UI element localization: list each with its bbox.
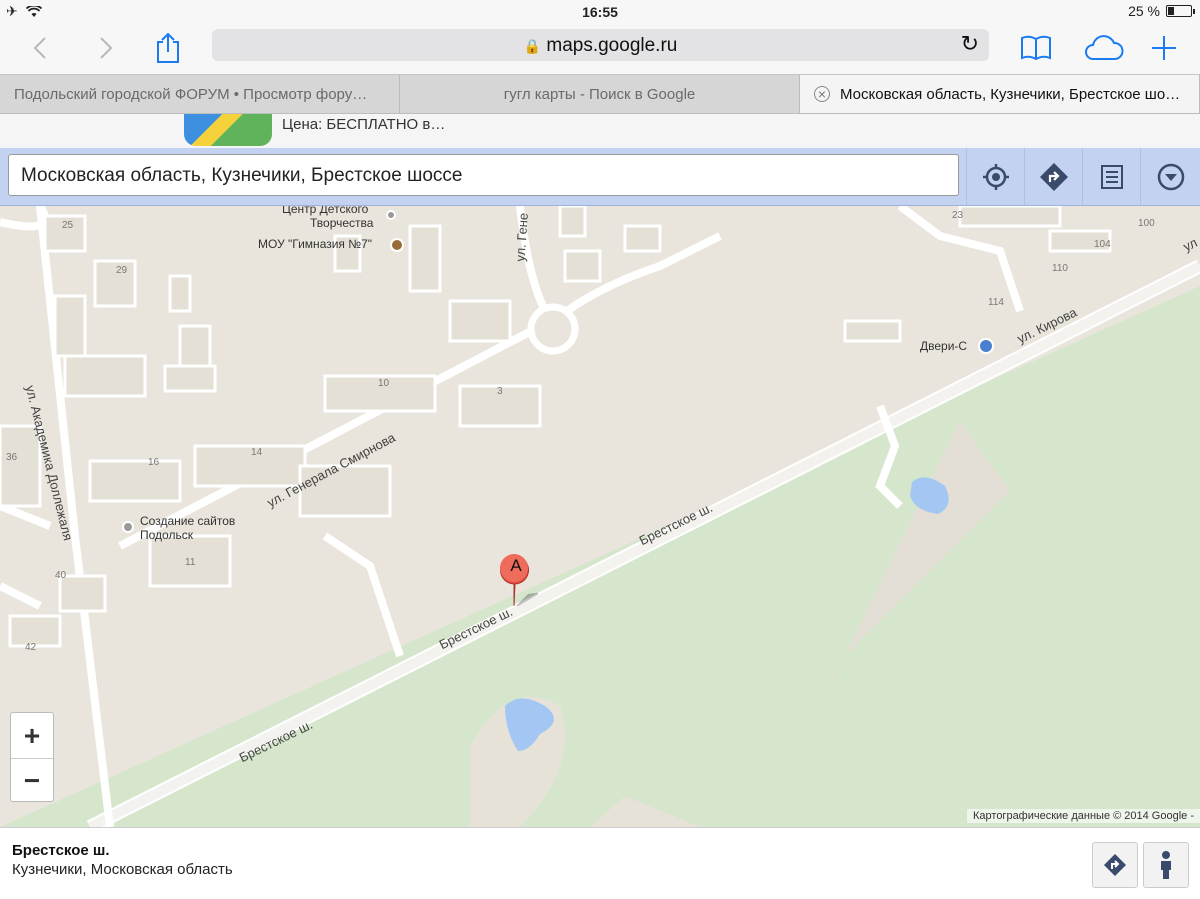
house-number: 36 (6, 452, 18, 463)
house-number: 14 (251, 447, 263, 458)
tab-google-search[interactable]: гугл карты - Поиск в Google (400, 75, 800, 113)
search-bar: Московская область, Кузнечики, Брестское… (0, 148, 1200, 206)
menu-dropdown-button[interactable] (1140, 148, 1200, 205)
status-right: 25 % (1128, 3, 1195, 19)
poi-gymnasium[interactable]: МОУ "Гимназия №7" (258, 237, 372, 251)
directions-icon (1039, 162, 1068, 191)
house-number: 114 (988, 297, 1004, 308)
status-time: 16:55 (582, 4, 618, 20)
house-number: 25 (62, 220, 74, 231)
bookmarks-button[interactable] (1016, 30, 1056, 66)
chevron-down-circle-icon (1157, 163, 1184, 190)
poi-marker-icon (386, 210, 396, 220)
house-number: 16 (148, 457, 160, 468)
poi-podolsk[interactable]: Подольск (140, 528, 193, 542)
house-number: 110 (1052, 263, 1068, 274)
chevron-right-icon (100, 37, 113, 59)
zoom-control: + − (10, 712, 54, 802)
house-number: 10 (378, 378, 390, 389)
share-button[interactable] (148, 30, 188, 66)
lock-icon: 🔒 (523, 38, 542, 54)
tab-bar: Подольский городской ФОРУМ • Просмотр фо… (0, 74, 1200, 114)
plus-icon (1152, 36, 1176, 60)
icloud-tabs-button[interactable] (1080, 30, 1128, 66)
poi-sozdanie[interactable]: Создание сайтов (140, 514, 235, 528)
battery-percent: 25 % (1128, 3, 1160, 19)
house-number: 23 (952, 210, 964, 221)
house-number: 3 (497, 386, 503, 397)
house-number: 104 (1094, 239, 1111, 250)
tab-forum[interactable]: Подольский городской ФОРУМ • Просмотр фо… (0, 75, 400, 113)
place-info-panel[interactable]: Брестское ш. Кузнечики, Московская облас… (0, 827, 1200, 899)
place-subtitle: Кузнечики, Московская область (12, 861, 233, 878)
shop-icon (978, 338, 994, 354)
pegman-icon (1161, 851, 1171, 879)
map-canvas[interactable]: Центр Детского Творчества МОУ "Гимназия … (0, 206, 1200, 827)
poi-center-detskogo[interactable]: Центр Детского (282, 206, 368, 216)
street-view-button[interactable] (1143, 842, 1189, 888)
app-price: Цена: БЕСПЛАТНО в… (282, 116, 446, 133)
reload-icon[interactable]: ↻ (961, 31, 979, 57)
book-icon (1021, 35, 1051, 61)
house-number: 42 (25, 642, 37, 653)
poi-dveri[interactable]: Двери-С (920, 339, 967, 353)
list-icon (1100, 164, 1123, 189)
directions-icon (1104, 854, 1126, 876)
school-icon (390, 238, 404, 252)
search-input[interactable]: Московская область, Кузнечики, Брестское… (8, 154, 959, 196)
house-number: 40 (55, 570, 67, 581)
tab-label: Подольский городской ФОРУМ • Просмотр фо… (14, 85, 368, 103)
app-banner: Цена: БЕСПЛАТНО в… (0, 114, 1200, 148)
house-number: 11 (185, 557, 196, 568)
my-location-button[interactable] (966, 148, 1024, 205)
new-tab-button[interactable] (1144, 30, 1184, 66)
battery-icon (1166, 5, 1195, 17)
poi-marker-icon (122, 521, 134, 533)
map-copyright: Картографические данные © 2014 Google - (967, 809, 1200, 823)
url-label: maps.google.ru (546, 35, 678, 56)
tab-label: гугл карты - Поиск в Google (503, 85, 696, 103)
route-button[interactable] (1092, 842, 1138, 888)
place-title: Брестское ш. (12, 842, 110, 859)
status-bar: ✈ 16:55 25 % (0, 0, 1200, 24)
list-button[interactable] (1082, 148, 1140, 205)
browser-toolbar: 🔒 maps.google.ru ↻ (0, 24, 1200, 74)
tab-maps[interactable]: × Московская область, Кузнечики, Брестско… (800, 75, 1200, 113)
marker-label: A (510, 556, 522, 575)
address-text: 🔒 maps.google.ru (212, 35, 989, 57)
cloud-icon (1085, 35, 1124, 60)
tab-label: Московская область, Кузнечики, Брестское… (840, 85, 1181, 103)
zoom-in-button[interactable]: + (11, 713, 53, 758)
zoom-out-button[interactable]: − (11, 758, 53, 803)
battery-fill (1168, 7, 1174, 15)
share-icon (157, 32, 179, 63)
chevron-left-icon (33, 37, 46, 59)
google-maps-app-icon[interactable] (184, 114, 272, 146)
close-tab-icon[interactable]: × (814, 86, 830, 102)
directions-button[interactable] (1024, 148, 1082, 205)
target-icon (982, 163, 1009, 190)
forward-button[interactable] (86, 30, 126, 66)
back-button[interactable] (20, 30, 60, 66)
house-number: 29 (116, 265, 128, 276)
address-bar[interactable]: 🔒 maps.google.ru ↻ (212, 29, 989, 61)
house-number: 100 (1138, 218, 1155, 229)
poi-tvorchestva[interactable]: Творчества (310, 216, 373, 230)
